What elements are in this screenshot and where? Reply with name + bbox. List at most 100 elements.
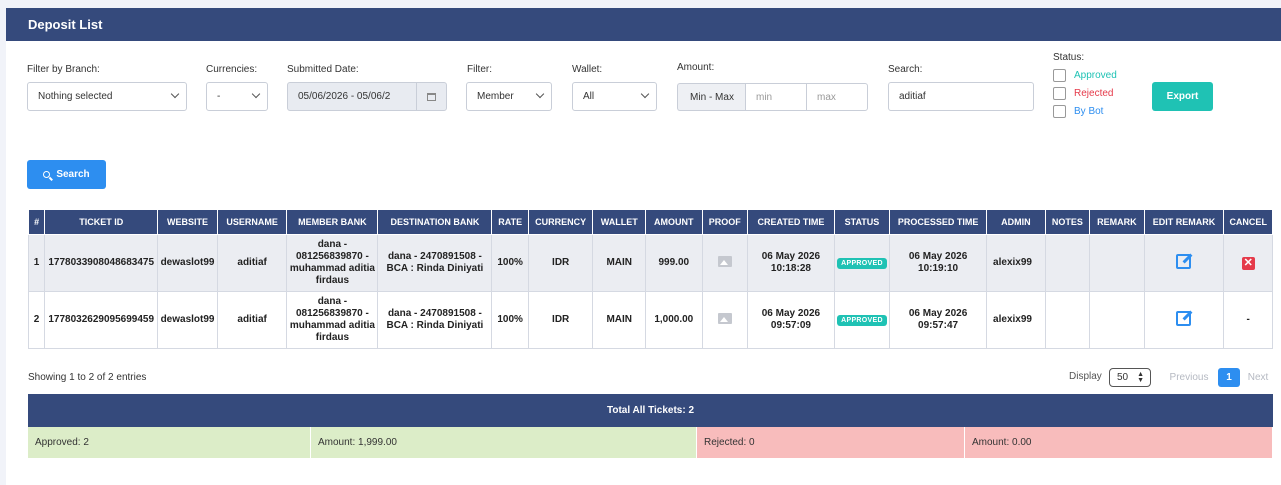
col-ticket-id[interactable]: TICKET ID	[44, 209, 159, 235]
approved-amount: Amount: 1,999.00	[311, 427, 697, 458]
col-status[interactable]: STATUS	[833, 209, 891, 235]
col-no[interactable]: #	[27, 209, 46, 235]
table-row: 2 1778032629095699459 dewaslot99 aditiaf…	[27, 291, 1273, 349]
display-label: Display	[1069, 371, 1102, 382]
deposit-panel: Deposit List Filter by Branch: Nothing s…	[6, 8, 1281, 485]
username: aditiaf	[216, 291, 288, 349]
filter-value: Member	[477, 91, 514, 102]
created-date: 06 May 2026	[761, 251, 821, 262]
status-cell: APPROVED	[833, 234, 891, 292]
checkbox-box[interactable]	[1053, 87, 1066, 100]
processed-clock: 10:19:10	[918, 263, 959, 274]
search-input[interactable]: aditiaf	[888, 82, 1034, 111]
rejected-amount: Amount: 0.00	[965, 427, 1273, 458]
col-username[interactable]: USERNAME	[216, 209, 288, 235]
created-time: 06 May 2026 10:18:28	[747, 234, 835, 292]
rejected-checkbox[interactable]: Rejected	[1053, 87, 1113, 100]
col-website[interactable]: WEBSITE	[157, 209, 218, 235]
processed-date: 06 May 2026	[908, 308, 968, 319]
col-edit-remark[interactable]: EDIT REMARK	[1143, 209, 1225, 235]
submitted-date-label: Submitted Date:	[287, 64, 359, 75]
wallet-select[interactable]: All	[572, 82, 657, 111]
search-label: Search:	[888, 64, 923, 75]
approved-count: Approved: 2	[28, 427, 311, 458]
member-bank: dana - 081256839870 - muhammad aditia fi…	[286, 291, 379, 349]
col-created-time[interactable]: CREATED TIME	[747, 209, 835, 235]
filter-select[interactable]: Member	[466, 82, 552, 111]
bybot-checkbox-label: By Bot	[1074, 106, 1104, 117]
filter-label: Filter:	[467, 64, 492, 75]
username: aditiaf	[216, 234, 288, 292]
currencies-select[interactable]: -	[206, 82, 268, 111]
next-button[interactable]: Next	[1243, 368, 1273, 387]
branch-label: Filter by Branch:	[27, 64, 100, 75]
edit-icon[interactable]	[1176, 253, 1192, 269]
search-button-label: Search	[56, 169, 90, 180]
website: dewaslot99	[157, 234, 218, 292]
chevron-down-icon	[640, 89, 650, 99]
amount-min-input[interactable]: min	[745, 83, 807, 111]
row-no: 2	[27, 291, 46, 349]
processed-clock: 09:57:47	[918, 320, 959, 331]
ticket-id: 1778033908048683475	[44, 234, 159, 292]
col-destination-bank[interactable]: DESTINATION BANK	[377, 209, 493, 235]
col-processed-time[interactable]: PROCESSED TIME	[889, 209, 988, 235]
page-1-button[interactable]: 1	[1218, 368, 1240, 387]
currency: IDR	[527, 291, 594, 349]
created-date: 06 May 2026	[761, 308, 821, 319]
export-button[interactable]: Export	[1152, 82, 1213, 111]
processed-time: 06 May 2026 10:19:10	[889, 234, 988, 292]
edit-icon[interactable]	[1176, 310, 1192, 326]
amount-max-input[interactable]: max	[806, 83, 868, 111]
table-header-row: # TICKET ID WEBSITE USERNAME MEMBER BANK…	[27, 209, 1273, 235]
ticket-id: 1778032629095699459	[44, 291, 159, 349]
calendar-icon[interactable]	[416, 83, 446, 110]
amount: 999.00	[645, 234, 703, 292]
col-rate[interactable]: RATE	[491, 209, 529, 235]
col-amount[interactable]: AMOUNT	[645, 209, 703, 235]
search-button[interactable]: Search	[27, 160, 106, 189]
wallet-label: Wallet:	[572, 64, 603, 75]
notes	[1044, 291, 1091, 349]
checkbox-box[interactable]	[1053, 69, 1066, 82]
col-notes[interactable]: NOTES	[1044, 209, 1091, 235]
approved-checkbox-label: Approved	[1074, 70, 1117, 81]
date-range-value: 05/06/2026 - 05/06/2	[298, 91, 391, 102]
chevron-down-icon	[170, 89, 180, 99]
image-icon[interactable]	[717, 255, 732, 267]
checkbox-box[interactable]	[1053, 105, 1066, 118]
col-proof[interactable]: PROOF	[701, 209, 749, 235]
processed-time: 06 May 2026 09:57:47	[889, 291, 988, 349]
edit-remark-cell	[1143, 291, 1225, 349]
page-size-select[interactable]: 50 ▲ ▼	[1109, 368, 1151, 387]
table-row: 1 1778033908048683475 dewaslot99 aditiaf…	[27, 234, 1273, 292]
date-range-input[interactable]: 05/06/2026 - 05/06/2	[287, 82, 447, 111]
summary-panel: Total All Tickets: 2 Approved: 2 Amount:…	[28, 394, 1273, 458]
col-admin[interactable]: ADMIN	[986, 209, 1046, 235]
search-icon	[43, 171, 51, 178]
status-badge: APPROVED	[837, 257, 887, 269]
col-cancel[interactable]: CANCEL	[1223, 209, 1273, 235]
page-title: Deposit List	[6, 8, 1281, 41]
status-cell: APPROVED	[833, 291, 891, 349]
branch-select[interactable]: Nothing selected	[27, 82, 187, 111]
destination-bank: dana - 2470891508 - BCA : Rinda Diniyati	[377, 291, 493, 349]
close-icon[interactable]: ✕	[1241, 256, 1255, 270]
image-icon[interactable]	[717, 312, 732, 324]
created-clock: 09:57:09	[770, 320, 811, 331]
website: dewaslot99	[157, 291, 218, 349]
bybot-checkbox[interactable]: By Bot	[1053, 105, 1103, 118]
chevron-down-icon	[251, 89, 261, 99]
col-wallet[interactable]: WALLET	[592, 209, 646, 235]
wallet: MAIN	[592, 291, 646, 349]
col-currency[interactable]: CURRENCY	[527, 209, 594, 235]
col-remark[interactable]: REMARK	[1089, 209, 1145, 235]
col-member-bank[interactable]: MEMBER BANK	[286, 209, 379, 235]
updown-icon: ▲ ▼	[1137, 371, 1144, 384]
previous-button[interactable]: Previous	[1163, 368, 1215, 387]
status-badge: APPROVED	[837, 314, 887, 326]
currency: IDR	[527, 234, 594, 292]
approved-checkbox[interactable]: Approved	[1053, 69, 1117, 82]
wallet-value: All	[583, 91, 595, 102]
cancel-value: -	[1223, 291, 1273, 349]
